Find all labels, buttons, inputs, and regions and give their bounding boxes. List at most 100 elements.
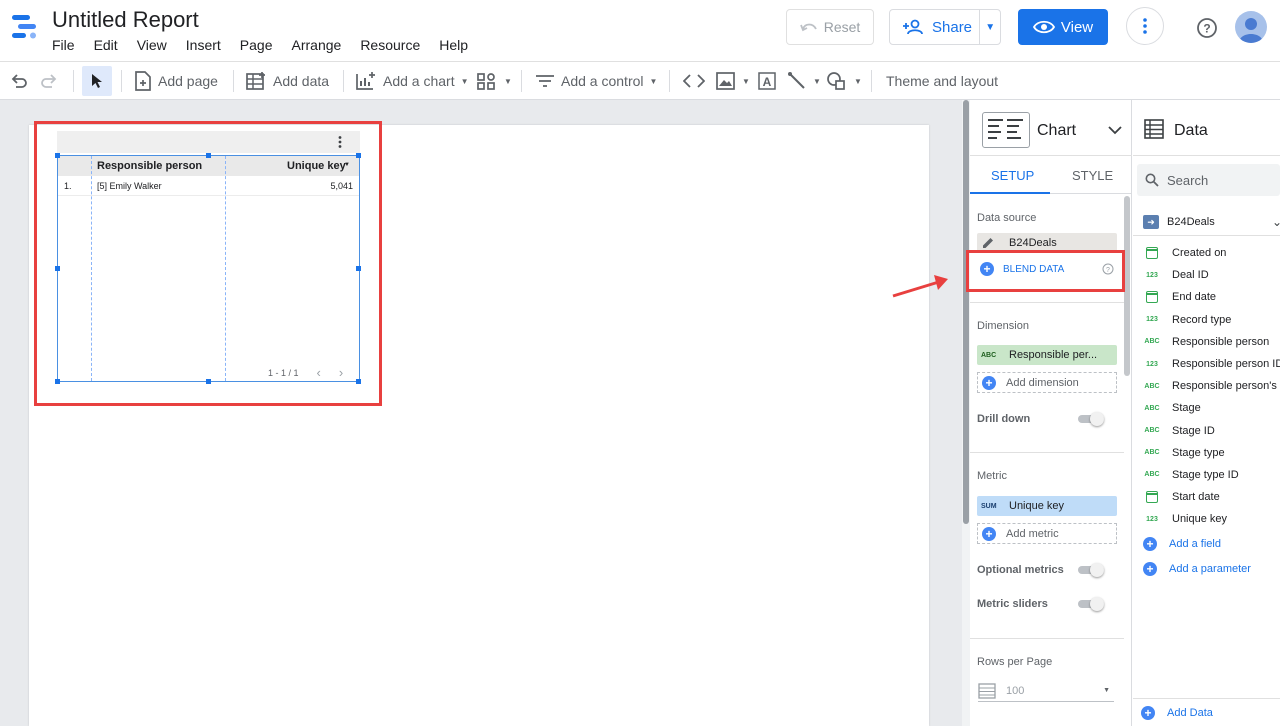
menu-insert[interactable]: Insert — [186, 37, 221, 53]
resize-handle[interactable] — [206, 153, 211, 158]
metric-sliders-toggle[interactable] — [1078, 597, 1104, 611]
community-viz-button[interactable]: ▼ — [476, 62, 512, 100]
redo-button[interactable] — [40, 62, 58, 100]
field-search-input[interactable]: Search — [1137, 164, 1280, 196]
add-field-button[interactable]: + Add a field — [1143, 537, 1221, 551]
user-avatar[interactable] — [1235, 11, 1267, 43]
dimension-label: Dimension — [977, 320, 1029, 332]
properties-scrollbar[interactable] — [1124, 196, 1131, 726]
drill-down-toggle[interactable] — [1078, 412, 1104, 426]
column-header-unique-key[interactable]: Unique key — [287, 160, 346, 172]
tab-style[interactable]: STYLE — [1072, 168, 1113, 183]
data-panel-title: Data — [1174, 122, 1208, 139]
field-list-item[interactable]: 123 Record type — [1133, 309, 1280, 331]
add-metric-label: Add metric — [1006, 527, 1059, 540]
field-list-item[interactable]: ABC Responsible person — [1133, 331, 1280, 353]
rows-per-page-select[interactable]: 100 ▼ — [978, 680, 1114, 702]
field-list-item[interactable]: ABC Stage type — [1133, 442, 1280, 464]
table-pagination: 1 - 1 / 1 ‹ › — [268, 365, 343, 380]
undo-button[interactable] — [10, 62, 28, 100]
add-metric-button[interactable]: + Add metric — [977, 523, 1117, 544]
add-data-footer-label: Add Data — [1167, 706, 1213, 719]
community-viz-icon — [477, 73, 495, 90]
help-icon[interactable]: ? — [1196, 17, 1218, 39]
field-list-item[interactable]: 123 Unique key — [1133, 508, 1280, 530]
prev-page-icon[interactable]: ‹ — [317, 365, 321, 380]
image-button[interactable]: ▼ — [716, 62, 750, 100]
menu-arrange[interactable]: Arrange — [292, 37, 342, 53]
field-name: Responsible person ID — [1172, 358, 1280, 371]
share-button[interactable]: Share ▼ — [889, 9, 1001, 45]
resize-handle[interactable] — [206, 379, 211, 384]
field-list-item[interactable]: 123 Deal ID — [1133, 264, 1280, 286]
next-page-icon[interactable]: › — [339, 365, 343, 380]
table-selection-frame: Responsible person Unique key ▼ 1. [5] E… — [57, 155, 360, 382]
field-list-item[interactable]: ABC Responsible person's ... — [1133, 375, 1280, 397]
search-placeholder: Search — [1167, 172, 1209, 188]
svg-text:?: ? — [1203, 22, 1210, 36]
line-button[interactable]: ▼ — [787, 62, 821, 100]
sort-desc-icon[interactable]: ▼ — [344, 162, 350, 168]
theme-and-layout-button[interactable]: Theme and layout — [886, 62, 998, 100]
add-data-button[interactable]: Add data — [245, 62, 329, 100]
add-chart-icon — [356, 72, 375, 90]
select-tool-button[interactable] — [82, 66, 112, 96]
add-page-button[interactable]: Add page — [134, 62, 218, 100]
share-dropdown-icon[interactable]: ▼ — [980, 22, 1000, 33]
embed-url-button[interactable] — [683, 62, 705, 100]
collapse-icon[interactable]: ⌄ — [1272, 215, 1280, 229]
looker-studio-logo-icon[interactable] — [10, 12, 40, 42]
pencil-icon[interactable] — [981, 236, 995, 250]
resize-handle[interactable] — [356, 266, 361, 271]
field-list-item[interactable]: Created on — [1133, 242, 1280, 264]
canvas-scrollbar[interactable] — [962, 100, 970, 726]
resize-handle[interactable] — [356, 379, 361, 384]
menu-resource[interactable]: Resource — [360, 37, 420, 53]
tab-setup[interactable]: SETUP — [991, 168, 1034, 183]
data-source-name: B24Deals — [1167, 215, 1215, 228]
menu-page[interactable]: Page — [240, 37, 273, 53]
field-name: Start date — [1172, 491, 1220, 504]
shape-button[interactable]: ▼ — [826, 62, 862, 100]
reset-button[interactable]: Reset — [786, 9, 874, 45]
more-options-icon[interactable] — [1126, 7, 1164, 45]
field-list-item[interactable]: ABC Stage ID — [1133, 420, 1280, 442]
resize-handle[interactable] — [55, 153, 60, 158]
add-dimension-button[interactable]: + Add dimension — [977, 372, 1117, 393]
resize-handle[interactable] — [55, 379, 60, 384]
optional-metrics-toggle[interactable] — [1078, 563, 1104, 577]
table-chart-type-icon[interactable] — [982, 112, 1030, 148]
add-chart-button[interactable]: Add a chart ▼ — [355, 62, 469, 100]
add-data-footer-button[interactable]: + Add Data — [1133, 698, 1280, 726]
image-icon — [716, 72, 735, 90]
text-box-button[interactable]: A — [757, 62, 777, 100]
table-chart[interactable]: Responsible person Unique key ▼ 1. [5] E… — [55, 131, 361, 384]
field-list-item[interactable]: 123 Responsible person ID — [1133, 353, 1280, 375]
metric-sliders-label: Metric sliders — [977, 598, 1048, 610]
resize-handle[interactable] — [356, 153, 361, 158]
field-list-item[interactable]: ABC Stage — [1133, 397, 1280, 419]
chart-menu-icon[interactable] — [338, 136, 342, 148]
add-control-button[interactable]: Add a control ▼ — [535, 62, 657, 100]
dimension-chip[interactable]: ABC Responsible per... — [977, 345, 1117, 365]
column-header-responsible-person[interactable]: Responsible person — [97, 160, 202, 172]
field-list-item[interactable]: ABC Stage type ID — [1133, 464, 1280, 486]
chevron-down-icon[interactable] — [1107, 122, 1123, 138]
menu-edit[interactable]: Edit — [94, 37, 118, 53]
menu-file[interactable]: File — [52, 37, 75, 53]
field-list-item[interactable]: End date — [1133, 286, 1280, 308]
help-icon[interactable]: ? — [1102, 263, 1114, 275]
blend-data-label: BLEND DATA — [1003, 263, 1065, 275]
data-source-row[interactable]: ➜ B24Deals ⌄ — [1133, 208, 1280, 236]
view-button[interactable]: View — [1018, 9, 1108, 45]
add-parameter-button[interactable]: + Add a parameter — [1143, 562, 1251, 576]
menu-help[interactable]: Help — [439, 37, 468, 53]
undo-icon — [11, 74, 27, 88]
blend-data-button[interactable]: + BLEND DATA ? — [980, 262, 1120, 276]
resize-handle[interactable] — [55, 266, 60, 271]
menu-view[interactable]: View — [137, 37, 167, 53]
metric-chip[interactable]: SUM Unique key — [977, 496, 1117, 516]
field-list-item[interactable]: Start date — [1133, 486, 1280, 508]
dimension-type: ABC — [981, 351, 997, 359]
report-title[interactable]: Untitled Report — [52, 7, 199, 33]
